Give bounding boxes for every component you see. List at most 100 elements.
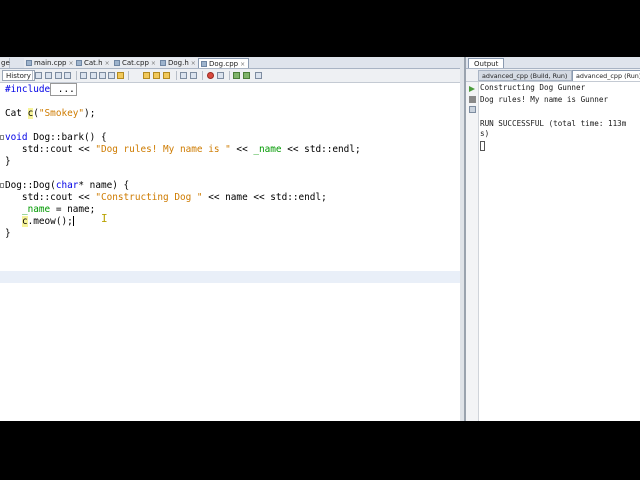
keyword: void: [5, 132, 28, 143]
cpp-file-icon: [201, 61, 207, 67]
output-actions-gutter: [466, 82, 479, 421]
code-line-bark-sig: void Dog::bark() {: [5, 132, 107, 144]
source-icon[interactable]: [35, 72, 42, 79]
stop-macro-icon[interactable]: [217, 72, 224, 79]
code-line-ctor-close: }: [5, 228, 11, 240]
paren: );: [84, 108, 96, 119]
string-literal: "Dog rules! My name is ": [95, 144, 231, 155]
brace: }: [5, 156, 11, 167]
brace: }: [5, 228, 11, 239]
editor-pane: ge main.cpp × Cat.h × Cat.cpp × Dog.h × Dog.…: [0, 57, 464, 421]
previous-bookmark-icon[interactable]: [143, 72, 150, 79]
output-window-tab[interactable]: Output: [468, 58, 505, 68]
code-text: std::cout <<: [5, 144, 96, 155]
close-icon[interactable]: ×: [105, 60, 110, 67]
fold-toggle-icon[interactable]: [0, 135, 4, 140]
rerun-icon[interactable]: [469, 86, 475, 92]
output-line: RUN SUCCESSFUL (total time: 113m: [480, 119, 627, 128]
cpp-file-icon: [114, 60, 120, 66]
history-tab[interactable]: History: [2, 70, 35, 81]
file-tab-label: Cat.cpp: [122, 59, 149, 67]
next-bookmark-icon[interactable]: [153, 72, 160, 79]
output-tab-build-run[interactable]: advanced_cpp (Build, Run): [478, 70, 572, 81]
code-text: std::cout <<: [5, 192, 96, 203]
file-tab-bar: ge main.cpp × Cat.h × Cat.cpp × Dog.h × Dog.…: [0, 57, 463, 69]
code-line-bark-cout: std::cout << "Dog rules! My name is " <<…: [5, 144, 361, 156]
output-line: s): [480, 129, 490, 138]
forward-icon[interactable]: [64, 72, 71, 79]
output-tab-bar: advanced_cpp (Build, Run) advanced_cpp (…: [466, 69, 640, 82]
editor-toolbar: History: [0, 69, 463, 83]
comment-icon[interactable]: [233, 72, 240, 79]
find-selection-icon[interactable]: [80, 72, 87, 79]
collapsed-includes[interactable]: ...: [50, 83, 77, 96]
shift-right-icon[interactable]: [190, 72, 197, 79]
console-input-cursor: [480, 141, 485, 151]
code-line-meow: c.meow();: [5, 216, 74, 228]
toolbar-separator: [32, 71, 33, 80]
file-tab-label: Cat.h: [84, 59, 103, 67]
code-text: << std::endl;: [281, 144, 361, 155]
output-header: Output: [466, 57, 640, 69]
code-line-include: #include ...: [5, 83, 77, 96]
toggle-highlight-icon[interactable]: [108, 72, 115, 79]
code-text: .meow();: [27, 216, 73, 227]
code-line-ctor-sig: Dog::Dog(char* name) {: [5, 180, 129, 192]
toolbar-separator: [229, 71, 230, 80]
uncomment-icon[interactable]: [243, 72, 250, 79]
close-icon[interactable]: ×: [191, 60, 196, 67]
code-line-cat-decl: Cat c("Smokey");: [5, 108, 95, 120]
cpp-file-icon: [26, 60, 32, 66]
fold-toggle-icon[interactable]: [0, 183, 4, 188]
toolbar-separator: [176, 71, 177, 80]
code-text: = name;: [50, 204, 96, 215]
function-signature: Dog::bark() {: [27, 132, 107, 143]
output-tab-run[interactable]: advanced_cpp (Run) ×: [572, 70, 640, 81]
shift-left-icon[interactable]: [180, 72, 187, 79]
file-tab-dog-h[interactable]: Dog.h ×: [158, 58, 200, 68]
member-field: _name: [21, 204, 51, 215]
start-macro-icon[interactable]: [207, 72, 214, 79]
output-pane: Output advanced_cpp (Build, Run) advance…: [466, 57, 640, 421]
close-icon[interactable]: ×: [151, 60, 156, 67]
file-tab-dog-cpp[interactable]: Dog.cpp ×: [198, 58, 250, 68]
toolbar-separator: [76, 71, 77, 80]
output-line: Dog rules! My name is Gunner: [480, 95, 609, 104]
current-line-highlight: [0, 271, 460, 283]
file-tab-cat-h[interactable]: Cat.h ×: [74, 58, 114, 68]
header-file-icon: [76, 60, 82, 66]
code-line-ctor-cout: std::cout << "Constructing Dog " << name…: [5, 192, 327, 204]
format-icon[interactable]: [255, 72, 262, 79]
find-next-icon[interactable]: [99, 72, 106, 79]
file-tab-label: Dog.h: [168, 59, 189, 67]
text-cursor: [72, 216, 74, 226]
file-tab-cat-cpp[interactable]: Cat.cpp ×: [112, 58, 160, 68]
string-literal: "Smokey": [38, 108, 85, 119]
clear-output-icon[interactable]: [469, 106, 476, 113]
close-icon[interactable]: ×: [68, 60, 73, 67]
output-line: Constructing Dog Gunner: [480, 83, 586, 92]
back-icon[interactable]: [55, 72, 62, 79]
string-literal: "Constructing Dog ": [95, 192, 203, 203]
find-previous-icon[interactable]: [90, 72, 97, 79]
file-tab-label: Dog.cpp: [209, 60, 239, 68]
last-edit-icon[interactable]: [45, 72, 52, 79]
output-console[interactable]: Constructing Dog Gunner Dog rules! My na…: [480, 83, 640, 421]
file-tab-main-cpp[interactable]: main.cpp ×: [24, 58, 78, 68]
toggle-bookmark-icon[interactable]: [117, 72, 124, 79]
code-area[interactable]: #include ... Cat c("Smokey"); void Dog::…: [0, 83, 460, 421]
keyword: char: [55, 180, 79, 191]
code-text: << name << std::endl;: [202, 192, 327, 203]
stop-icon[interactable]: [469, 96, 476, 103]
file-tab-label: main.cpp: [34, 59, 67, 67]
member-field: _name: [253, 144, 282, 155]
toolbar-separator: [202, 71, 203, 80]
file-tab-label: ge: [1, 59, 10, 67]
mouse-ibeam-icon: I: [101, 212, 108, 225]
close-icon[interactable]: ×: [240, 61, 245, 68]
code-text: * name) {: [78, 180, 130, 191]
file-tab-partial[interactable]: ge: [0, 58, 10, 68]
code-text: Dog::Dog(: [5, 180, 56, 191]
code-line-assign: _name = name;: [5, 204, 95, 216]
clear-bookmarks-icon[interactable]: [163, 72, 170, 79]
